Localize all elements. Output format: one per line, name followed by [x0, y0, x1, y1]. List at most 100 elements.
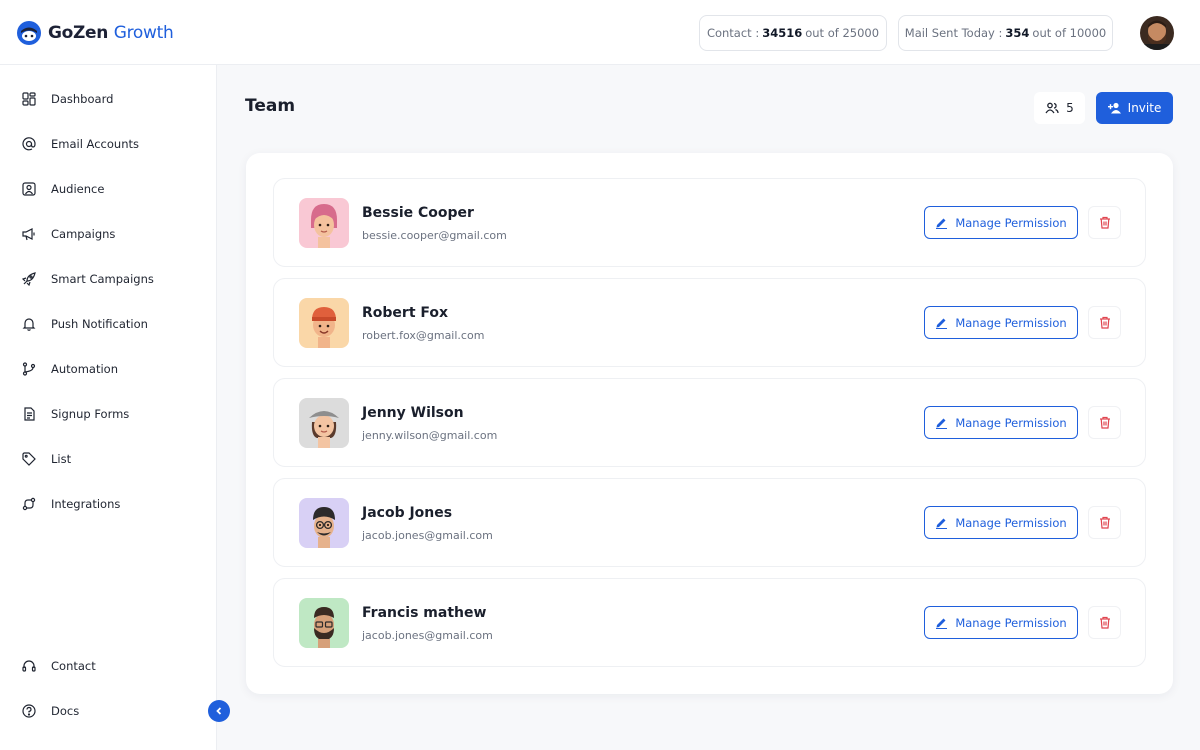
add-user-icon	[1107, 102, 1121, 114]
team-count-badge: 5	[1034, 92, 1085, 124]
bell-icon	[22, 318, 36, 331]
delete-member-button[interactable]	[1088, 306, 1121, 339]
sidebar-item-integrations[interactable]: Integrations	[0, 486, 216, 522]
member-email: bessie.cooper@gmail.com	[362, 229, 507, 242]
edit-pen-icon	[936, 218, 948, 229]
user-avatar[interactable]	[1140, 16, 1174, 50]
sidebar-item-signup-forms[interactable]: Signup Forms	[0, 396, 216, 432]
trash-icon	[1099, 316, 1110, 329]
page-title: Team	[245, 96, 296, 116]
team-members-card: Bessie Cooper bessie.cooper@gmail.com Ma…	[246, 153, 1173, 694]
edit-pen-icon	[936, 418, 948, 429]
at-icon	[22, 137, 36, 151]
invite-button-label: Invite	[1127, 101, 1162, 115]
sidebar-item-label: Signup Forms	[51, 407, 130, 421]
headset-icon	[22, 660, 36, 672]
member-email: jacob.jones@gmail.com	[362, 529, 493, 542]
sidebar: Dashboard Email Accounts Audience Campai…	[0, 65, 217, 750]
delete-member-button[interactable]	[1088, 406, 1121, 439]
sidebar-item-email-accounts[interactable]: Email Accounts	[0, 126, 216, 162]
trash-icon	[1099, 516, 1110, 529]
memoji-avatar-icon	[311, 204, 337, 248]
manage-permission-button[interactable]: Manage Permission	[924, 606, 1078, 639]
team-member-row: Bessie Cooper bessie.cooper@gmail.com Ma…	[273, 178, 1146, 267]
member-name: Robert Fox	[362, 305, 449, 321]
memoji-avatar-icon	[309, 411, 339, 448]
sidebar-item-push-notification[interactable]: Push Notification	[0, 306, 216, 342]
manage-permission-button[interactable]: Manage Permission	[924, 506, 1078, 539]
sidebar-item-label: Integrations	[51, 497, 121, 511]
manage-permission-label: Manage Permission	[955, 615, 1067, 630]
member-avatar	[299, 498, 349, 548]
member-avatar	[299, 598, 349, 648]
member-email: robert.fox@gmail.com	[362, 329, 485, 342]
delete-member-button[interactable]	[1088, 606, 1121, 639]
sidebar-item-label: Automation	[51, 362, 118, 376]
edit-pen-icon	[936, 518, 948, 529]
chevron-left-icon	[216, 707, 222, 715]
megaphone-icon	[22, 228, 35, 241]
member-email: jacob.jones@gmail.com	[362, 629, 493, 642]
team-count-value: 5	[1066, 101, 1074, 115]
manage-permission-label: Manage Permission	[955, 315, 1067, 330]
member-avatar	[299, 398, 349, 448]
team-member-row: Francis mathew jacob.jones@gmail.com Man…	[273, 578, 1146, 667]
gozen-logo-icon	[17, 21, 41, 45]
member-avatar	[299, 298, 349, 348]
delete-member-button[interactable]	[1088, 206, 1121, 239]
sidebar-item-contact[interactable]: Contact	[0, 648, 216, 684]
memoji-avatar-icon	[312, 307, 336, 348]
sidebar-item-label: Docs	[51, 704, 80, 718]
member-email: jenny.wilson@gmail.com	[362, 429, 498, 442]
sidebar-item-automation[interactable]: Automation	[0, 351, 216, 387]
sidebar-item-list[interactable]: List	[0, 441, 216, 477]
sidebar-item-audience[interactable]: Audience	[0, 171, 216, 207]
sidebar-item-label: Push Notification	[51, 317, 148, 331]
sidebar-item-label: Smart Campaigns	[51, 272, 154, 286]
team-member-row: Robert Fox robert.fox@gmail.com Manage P…	[273, 278, 1146, 367]
users-icon	[1045, 102, 1059, 114]
manage-permission-label: Manage Permission	[955, 215, 1067, 230]
sidebar-item-label: Email Accounts	[51, 137, 139, 151]
dashboard-icon	[22, 92, 36, 106]
trash-icon	[1099, 616, 1110, 629]
edit-pen-icon	[936, 318, 948, 329]
team-member-row: Jacob Jones jacob.jones@gmail.com Manage…	[273, 478, 1146, 567]
member-name: Bessie Cooper	[362, 205, 474, 221]
sidebar-item-smart-campaigns[interactable]: Smart Campaigns	[0, 261, 216, 297]
sidebar-item-label: Audience	[51, 182, 105, 196]
member-name: Jenny Wilson	[362, 405, 464, 421]
audience-icon	[22, 182, 36, 196]
user-avatar-photo-icon	[1140, 16, 1174, 50]
tag-icon	[22, 452, 36, 466]
invite-button[interactable]: Invite	[1096, 92, 1173, 124]
brand-name: GoZen Growth	[48, 23, 174, 43]
sidebar-collapse-button[interactable]	[208, 700, 230, 722]
form-icon	[24, 407, 35, 421]
delete-member-button[interactable]	[1088, 506, 1121, 539]
manage-permission-label: Manage Permission	[955, 415, 1067, 430]
manage-permission-button[interactable]: Manage Permission	[924, 306, 1078, 339]
memoji-avatar-icon	[314, 607, 334, 648]
brand-logo[interactable]: GoZen Growth	[16, 18, 174, 48]
help-icon	[22, 704, 36, 718]
sidebar-item-campaigns[interactable]: Campaigns	[0, 216, 216, 252]
contact-usage-badge: Contact :34516 out of 25000	[699, 15, 887, 51]
manage-permission-label: Manage Permission	[955, 515, 1067, 530]
top-header: GoZen Growth Contact :34516 out of 25000 …	[0, 0, 1200, 65]
manage-permission-button[interactable]: Manage Permission	[924, 206, 1078, 239]
rocket-icon	[22, 272, 36, 286]
team-member-row: Jenny Wilson jenny.wilson@gmail.com Mana…	[273, 378, 1146, 467]
trash-icon	[1099, 416, 1110, 429]
memoji-avatar-icon	[313, 507, 335, 548]
sidebar-item-label: Dashboard	[51, 92, 114, 106]
sidebar-item-docs[interactable]: Docs	[0, 693, 216, 729]
member-avatar	[299, 198, 349, 248]
sidebar-item-dashboard[interactable]: Dashboard	[0, 81, 216, 117]
sidebar-item-label: List	[51, 452, 72, 466]
sidebar-item-label: Campaigns	[51, 227, 116, 241]
mail-usage-badge: Mail Sent Today :354 out of 10000	[898, 15, 1113, 51]
edit-pen-icon	[936, 618, 948, 629]
trash-icon	[1099, 216, 1110, 229]
manage-permission-button[interactable]: Manage Permission	[924, 406, 1078, 439]
